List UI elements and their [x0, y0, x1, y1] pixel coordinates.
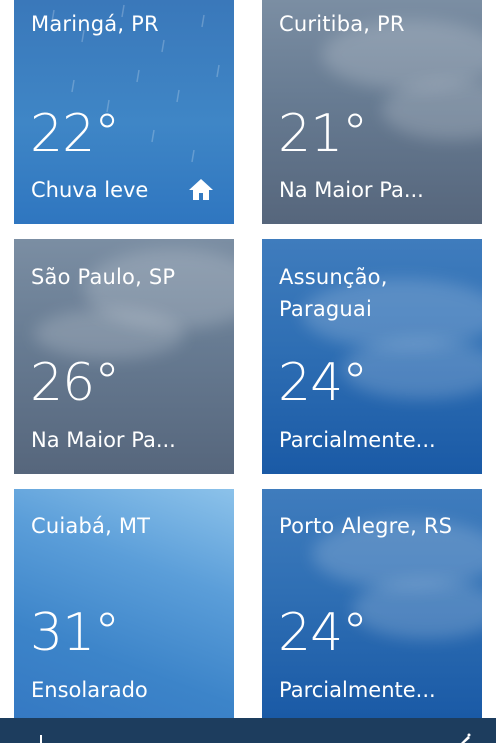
tile-city: Assunção, Paraguai: [279, 265, 388, 321]
tile-temperature: 24°: [278, 353, 368, 413]
tile-temperature: 31°: [30, 603, 120, 663]
cloud-shape: [352, 579, 482, 639]
tile-temperature: 22°: [30, 104, 120, 164]
tile-city: Cuiabá, MT: [31, 514, 151, 538]
home-icon: [189, 179, 213, 200]
location-tile-curitiba[interactable]: Curitiba, PR 21° Na Maior Pa...: [262, 0, 482, 224]
cloud-shape: [34, 309, 184, 359]
tile-condition: Na Maior Pa...: [279, 178, 424, 202]
tile-temperature: 24°: [278, 603, 368, 663]
tile-city: Porto Alegre, RS: [279, 514, 453, 538]
location-tile-maringa[interactable]: Maringá, PR 22° Chuva leve: [14, 0, 234, 224]
tile-condition: Chuva leve: [31, 178, 149, 202]
location-tile-cuiaba[interactable]: Cuiabá, MT 31° Ensolarado: [14, 489, 234, 718]
tile-condition: Parcialmente...: [279, 428, 436, 452]
location-tile-assuncao[interactable]: Assunção, Paraguai 24° Parcialmente...: [262, 239, 482, 474]
tile-temperature: 26°: [30, 353, 120, 413]
tile-condition: Ensolarado: [31, 678, 148, 702]
tile-city: Curitiba, PR: [279, 12, 405, 36]
tile-condition: Na Maior Pa...: [31, 428, 176, 452]
tile-temperature: 21°: [278, 104, 368, 164]
tile-city: Maringá, PR: [31, 12, 159, 36]
location-tile-porto-alegre[interactable]: Porto Alegre, RS 24° Parcialmente...: [262, 489, 482, 718]
tile-city: São Paulo, SP: [31, 265, 176, 289]
location-tile-sao-paulo[interactable]: São Paulo, SP 26° Na Maior Pa...: [14, 239, 234, 474]
app-bar: [0, 718, 496, 745]
app-bar-more-icon[interactable]: [458, 733, 472, 745]
tile-condition: Parcialmente...: [279, 678, 436, 702]
app-bar-handle-icon[interactable]: [40, 735, 42, 745]
